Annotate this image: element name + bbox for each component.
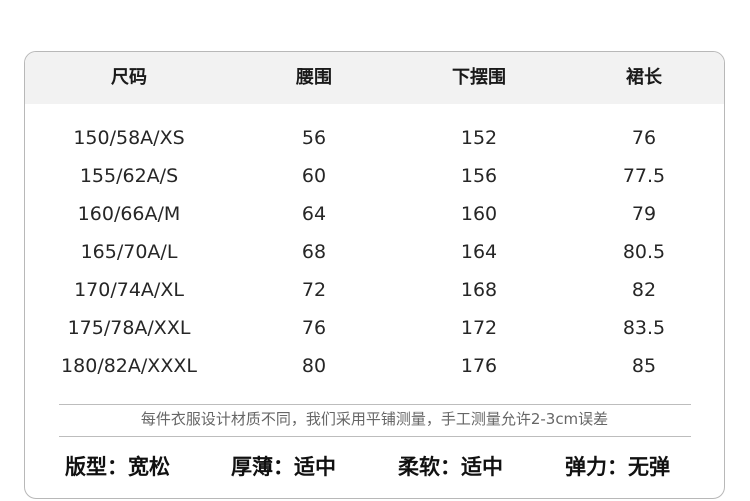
header-size: 尺码	[111, 67, 147, 88]
hem-cell: 164	[460, 241, 498, 263]
attr-thickness: 厚薄：适中	[231, 455, 336, 479]
size-cell: 175/78A/XXL	[67, 317, 191, 339]
attr-fit: 版型：宽松	[65, 455, 170, 479]
length-cell: 83.5	[622, 317, 666, 339]
divider-top	[59, 404, 691, 405]
header-hem: 下摆围	[452, 67, 506, 88]
table-row: 150/58A/XS 56 152 76	[25, 119, 724, 157]
length-cell: 76	[631, 127, 657, 149]
length-cell: 85	[631, 355, 657, 377]
waist-cell: 76	[301, 317, 327, 339]
table-header: 尺码 腰围 下摆围 裙长	[25, 52, 724, 104]
hem-cell: 172	[460, 317, 498, 339]
measurement-note: 每件衣服设计材质不同，我们采用平铺测量，手工测量允许2-3cm误差	[140, 410, 609, 428]
size-cell: 160/66A/M	[77, 203, 181, 225]
table-row: 165/70A/L 68 164 80.5	[25, 233, 724, 271]
hem-cell: 160	[460, 203, 498, 225]
divider-bottom	[59, 436, 691, 437]
hem-cell: 156	[460, 165, 498, 187]
size-cell: 150/58A/XS	[73, 127, 185, 149]
length-cell: 82	[631, 279, 657, 301]
hem-cell: 168	[460, 279, 498, 301]
size-cell: 165/70A/L	[80, 241, 178, 263]
length-cell: 80.5	[622, 241, 666, 263]
header-length: 裙长	[626, 67, 662, 88]
waist-cell: 68	[301, 241, 327, 263]
attr-softness: 柔软：适中	[398, 455, 503, 479]
table-row: 175/78A/XXL 76 172 83.5	[25, 309, 724, 347]
table-row: 160/66A/M 64 160 79	[25, 195, 724, 233]
waist-cell: 64	[301, 203, 327, 225]
size-chart-card: 尺码 腰围 下摆围 裙长 150/58A/XS 56 152 76 155/62…	[24, 51, 725, 499]
size-cell: 170/74A/XL	[74, 279, 184, 301]
table-row: 180/82A/XXXL 80 176 85	[25, 347, 724, 385]
waist-cell: 56	[301, 127, 327, 149]
size-cell: 180/82A/XXXL	[61, 355, 197, 377]
length-cell: 77.5	[622, 165, 666, 187]
length-cell: 79	[631, 203, 657, 225]
waist-cell: 72	[301, 279, 327, 301]
hem-cell: 176	[460, 355, 498, 377]
size-cell: 155/62A/S	[79, 165, 179, 187]
table-row: 155/62A/S 60 156 77.5	[25, 157, 724, 195]
waist-cell: 80	[301, 355, 327, 377]
hem-cell: 152	[460, 127, 498, 149]
table-row: 170/74A/XL 72 168 82	[25, 271, 724, 309]
header-waist: 腰围	[296, 67, 332, 88]
attr-elasticity: 弹力：无弹	[565, 455, 670, 479]
waist-cell: 60	[301, 165, 327, 187]
